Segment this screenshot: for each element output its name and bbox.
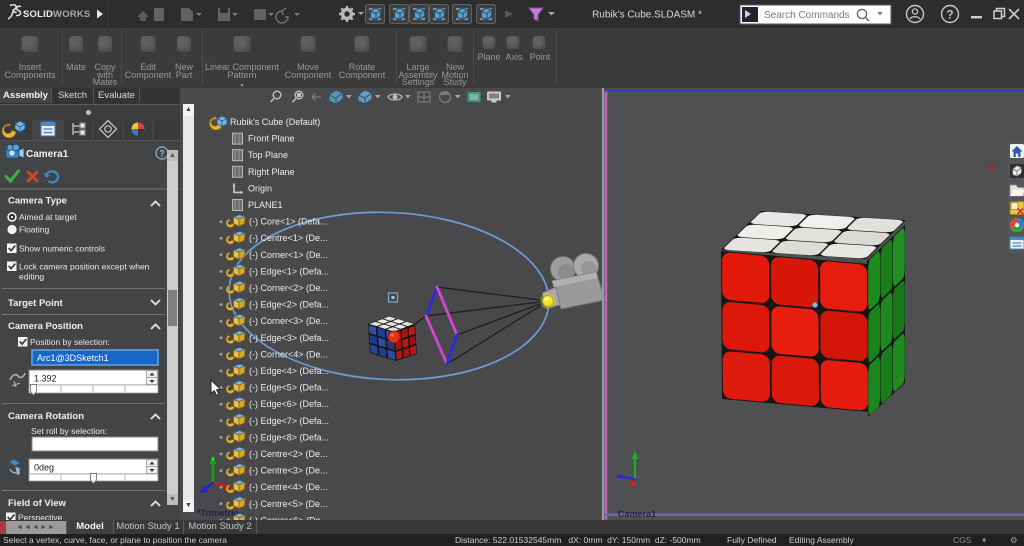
svg-text:(-) Edge<3> (Defa...: (-) Edge<3> (Defa... <box>249 333 329 343</box>
svg-text:Camera1: Camera1 <box>618 509 656 519</box>
svg-text:1.392: 1.392 <box>34 374 57 384</box>
svg-text:Rubik's Cube (Default): Rubik's Cube (Default) <box>230 117 320 127</box>
svg-text:(-) Edge<7> (Defa...: (-) Edge<7> (Defa... <box>249 416 329 426</box>
svg-text:(-) Centre<5> (De...: (-) Centre<5> (De... <box>249 499 328 509</box>
svg-text:Aimed at target: Aimed at target <box>19 212 77 222</box>
svg-text:?: ? <box>159 149 165 159</box>
svg-text:Show numeric controls: Show numeric controls <box>19 244 105 254</box>
svg-text:SOLIDWORKS: SOLIDWORKS <box>23 9 90 20</box>
svg-text:(-) Edge<6> (Defa...: (-) Edge<6> (Defa... <box>249 399 329 409</box>
svg-text:(-) Edge<4> (Defa...: (-) Edge<4> (Defa... <box>249 366 329 376</box>
svg-text:(-) Corner<3> (De...: (-) Corner<3> (De... <box>249 316 328 326</box>
svg-text:Arc1@3DSketch1: Arc1@3DSketch1 <box>37 353 109 363</box>
svg-text:(-) Edge<1> (Defa...: (-) Edge<1> (Defa... <box>249 266 329 276</box>
svg-text:Target Point: Target Point <box>8 298 64 309</box>
svg-text:?: ? <box>946 9 953 21</box>
svg-text:(-) Corner<2> (De...: (-) Corner<2> (De... <box>249 283 328 293</box>
svg-text:Floating: Floating <box>19 225 50 235</box>
svg-text:*Trimetric: *Trimetric <box>197 508 239 518</box>
svg-text:(-) Core<1> (Defa...: (-) Core<1> (Defa... <box>249 217 328 227</box>
svg-text:Search Commands: Search Commands <box>764 10 850 21</box>
svg-text:Right Plane: Right Plane <box>248 167 295 177</box>
svg-text:Field of View: Field of View <box>8 498 67 509</box>
svg-text:Camera1: Camera1 <box>26 149 69 160</box>
svg-text:(-) Edge<5> (Defa...: (-) Edge<5> (Defa... <box>249 383 329 393</box>
svg-text:editing: editing <box>19 272 44 282</box>
svg-text:(-) Centre<4> (De...: (-) Centre<4> (De... <box>249 482 328 492</box>
svg-text:PLANE1: PLANE1 <box>248 200 283 210</box>
svg-text:Top Plane: Top Plane <box>248 150 288 160</box>
svg-text:Position by selection:: Position by selection: <box>30 337 110 347</box>
svg-text:Set roll by selection:: Set roll by selection: <box>31 426 107 436</box>
svg-text:(-) Corner<4> (De...: (-) Corner<4> (De... <box>249 349 328 359</box>
svg-text:(-) Edge<2> (Defa...: (-) Edge<2> (Defa... <box>249 300 329 310</box>
svg-text:(-) Centre<1> (De...: (-) Centre<1> (De... <box>249 233 328 243</box>
svg-text:Origin: Origin <box>248 183 272 193</box>
svg-text:(-) Centre<2> (De...: (-) Centre<2> (De... <box>249 449 328 459</box>
svg-text:Camera Rotation: Camera Rotation <box>8 411 84 422</box>
svg-text:Front Plane: Front Plane <box>248 134 295 144</box>
svg-text:(-) Centre<3> (De...: (-) Centre<3> (De... <box>249 466 328 476</box>
svg-text:Perspective: Perspective <box>18 513 63 521</box>
svg-text:Lock camera position except wh: Lock camera position except when <box>19 262 150 272</box>
svg-text:(-) Corner<1> (De...: (-) Corner<1> (De... <box>249 250 328 260</box>
svg-text:Camera Position: Camera Position <box>8 321 83 332</box>
svg-text:Camera Type: Camera Type <box>8 196 67 207</box>
svg-text:Rubik’s Cube.SLDASM *: Rubik’s Cube.SLDASM * <box>592 10 702 21</box>
svg-text:(-) Edge<8> (Defa...: (-) Edge<8> (Defa... <box>249 432 329 442</box>
svg-text:0deg: 0deg <box>34 463 54 473</box>
